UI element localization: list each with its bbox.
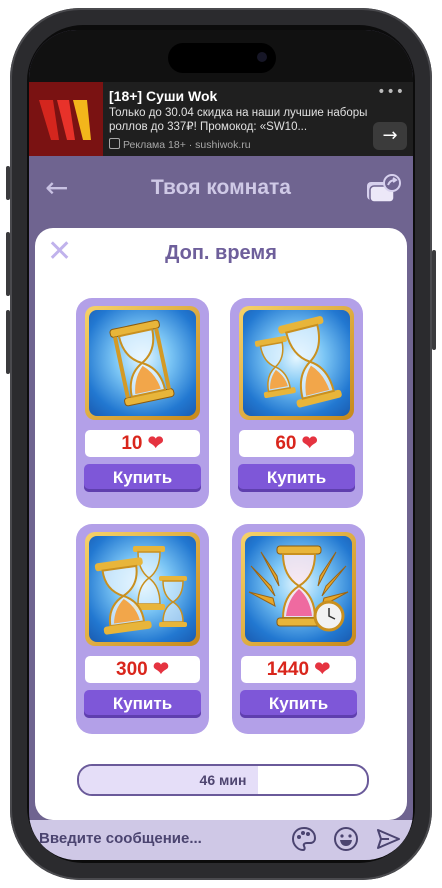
phone-frame: [18+] Суши Wok Только до 30.04 скидка на… xyxy=(0,0,442,888)
time-pack-card: 10 ❤ Купить xyxy=(76,298,209,508)
time-pack-card: 1440 ❤ Купить xyxy=(232,524,365,734)
price-label: 1440 ❤ xyxy=(241,656,356,683)
ad-label-icon xyxy=(109,138,120,149)
ad-title: [18+] Суши Wok xyxy=(109,88,218,104)
buy-button[interactable]: Купить xyxy=(238,464,355,492)
heart-icon: ❤ xyxy=(314,659,331,680)
heart-icon: ❤ xyxy=(147,433,164,454)
ad-meta: Реклама 18+ · sushiwok.ru xyxy=(109,138,251,151)
power-button xyxy=(432,250,436,350)
time-remaining-label: 46 мин xyxy=(199,772,247,788)
volume-down-button xyxy=(6,310,10,374)
message-input[interactable]: Введите сообщение... xyxy=(39,830,202,847)
app-header: ← Твоя комната xyxy=(29,156,413,222)
ad-text: Только до 30.04 скидка на наши лучшие на… xyxy=(109,107,368,133)
three-hourglasses-icon xyxy=(85,532,200,646)
price-label: 300 ❤ xyxy=(85,656,200,683)
send-icon[interactable] xyxy=(375,826,401,852)
extra-time-dialog: ✕ Доп. время 10 ❤ Купить 60 ❤ Купить 300… xyxy=(35,228,407,820)
page-title: Твоя комната xyxy=(151,176,291,199)
emoji-icon[interactable] xyxy=(333,826,359,852)
status-bar xyxy=(29,30,413,82)
time-remaining-bar: 46 мин xyxy=(77,764,369,796)
ad-banner[interactable]: [18+] Суши Wok Только до 30.04 скидка на… xyxy=(29,82,413,156)
two-hourglasses-icon xyxy=(239,306,354,420)
message-bar: Введите сообщение... xyxy=(29,820,413,860)
buy-button[interactable]: Купить xyxy=(84,690,201,718)
price-label: 10 ❤ xyxy=(85,430,200,457)
golden-hourglass-clock-icon xyxy=(241,532,356,646)
camera-icon xyxy=(257,52,267,62)
silent-switch xyxy=(6,166,10,200)
sushi-wok-logo xyxy=(29,82,103,156)
time-pack-card: 300 ❤ Купить xyxy=(76,524,209,734)
heart-icon: ❤ xyxy=(153,659,169,680)
ad-open-button[interactable]: → xyxy=(373,122,407,150)
palette-icon[interactable] xyxy=(291,826,317,852)
time-pack-card: 60 ❤ Купить xyxy=(230,298,363,508)
share-room-icon[interactable] xyxy=(365,174,401,204)
ad-menu-icon[interactable]: ••• xyxy=(377,84,405,100)
dialog-title: Доп. время xyxy=(165,242,277,264)
price-label: 60 ❤ xyxy=(239,430,354,457)
buy-button[interactable]: Купить xyxy=(240,690,357,718)
hourglass-icon xyxy=(85,306,200,420)
volume-up-button xyxy=(6,232,10,296)
buy-button[interactable]: Купить xyxy=(84,464,201,492)
heart-icon: ❤ xyxy=(301,433,318,454)
screen: [18+] Суши Wok Только до 30.04 скидка на… xyxy=(29,30,413,860)
